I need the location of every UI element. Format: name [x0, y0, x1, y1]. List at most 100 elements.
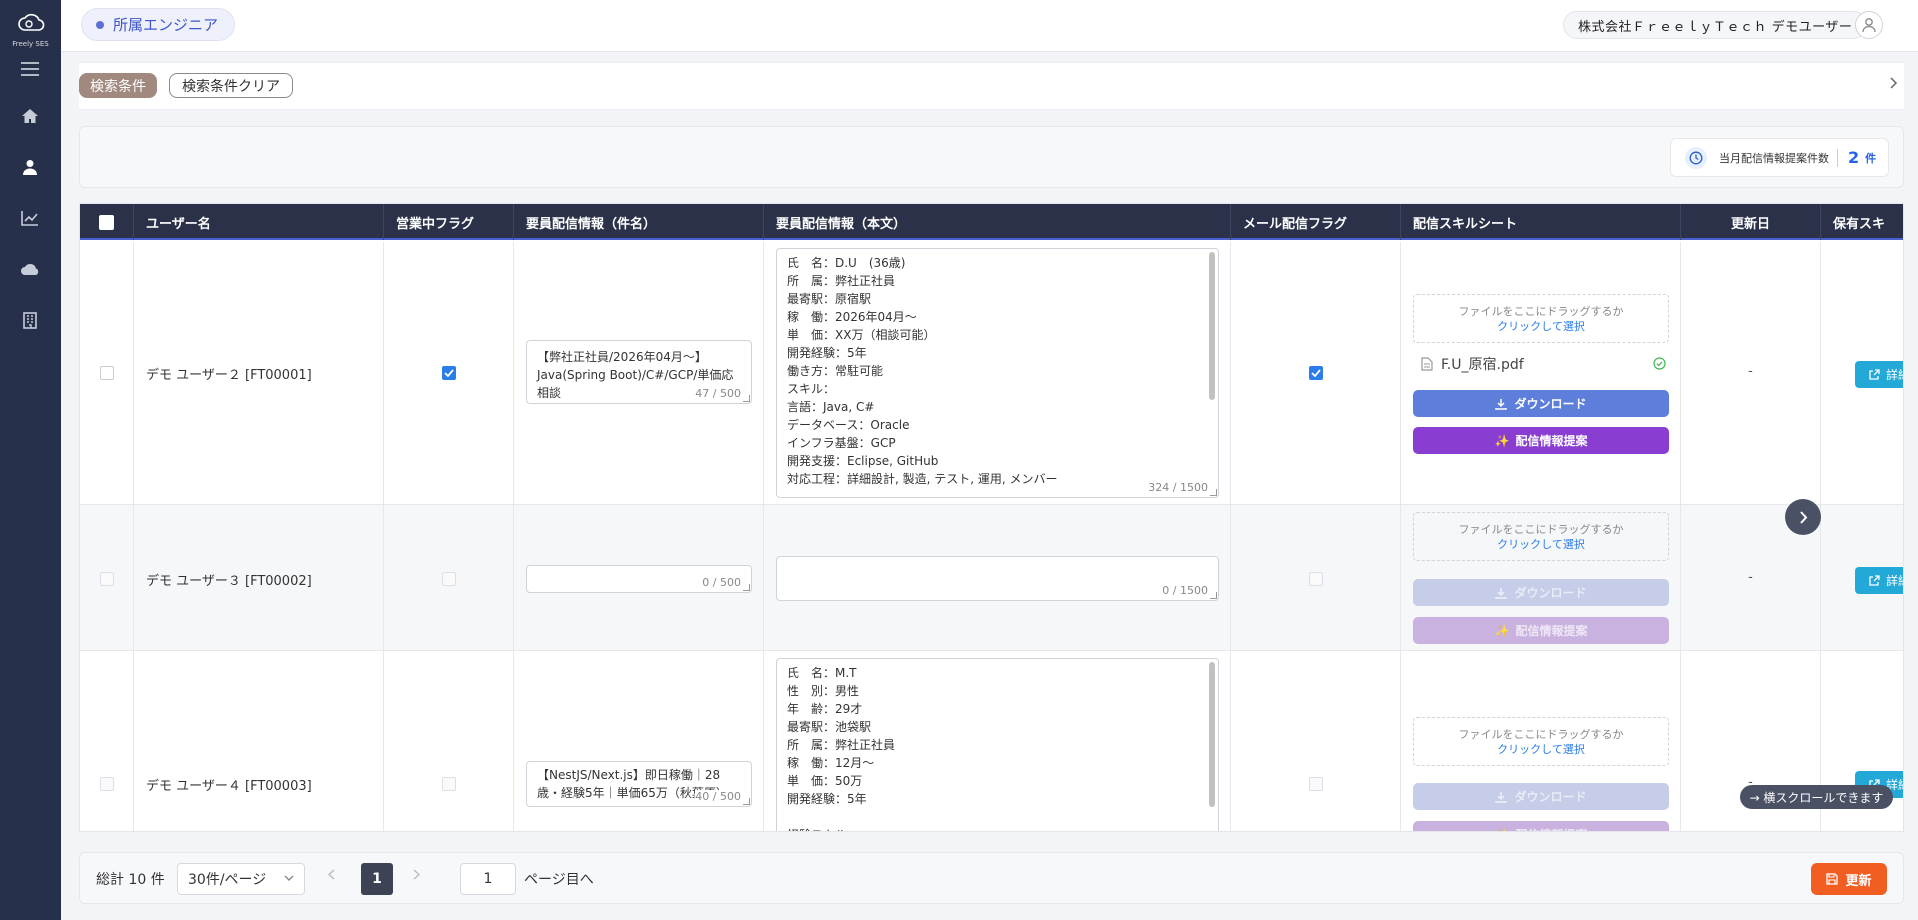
download-button[interactable]: ダウンロード — [1413, 783, 1669, 810]
download-button[interactable]: ダウンロード — [1413, 390, 1669, 417]
dropzone-text: ファイルをここにドラッグするか — [1458, 728, 1624, 741]
detail-button[interactable]: 詳細 — [1855, 567, 1903, 594]
user-name[interactable]: デモ ユーザー２ [FT00001] — [146, 364, 312, 383]
cloud-icon[interactable] — [18, 257, 42, 281]
file-dropzone[interactable]: ファイルをここにドラッグするか クリックして選択 — [1413, 717, 1669, 766]
col-skills[interactable]: 保有スキ — [1821, 204, 1903, 240]
uploaded-file[interactable]: F.U_原宿.pdf — [1421, 354, 1666, 374]
body-scrollbar[interactable] — [1209, 252, 1215, 400]
subject-textarea[interactable]: 【弊社正社員/2026年04月〜】Java(Spring Boot)/C#/GC… — [526, 340, 752, 404]
company-user-pill[interactable]: 株式会社ＦｒｅｅｌｙＴｅｃｈ デモユーザー — [1563, 11, 1868, 39]
table-row: デモ ユーザー３ [FT00002] 0 / 500 0 / 1500 ファイル… — [80, 505, 1903, 651]
per-page-value: 30件/ページ — [188, 872, 267, 888]
updated-date: - — [1748, 364, 1753, 379]
file-dropzone[interactable]: ファイルをここにドラッグするか クリックして選択 — [1413, 512, 1669, 561]
body-text — [777, 557, 1218, 571]
prev-page-button[interactable] — [327, 868, 335, 884]
app-logo[interactable]: Freely SES — [0, 10, 61, 48]
download-icon — [1495, 398, 1508, 410]
row-checkbox[interactable] — [100, 572, 114, 586]
body-scrollbar[interactable] — [1209, 662, 1215, 807]
body-text: 氏 名：D.U (36歳) 所 属：弊社正社員 最寄駅：原宿駅 稼 働：2026… — [787, 256, 1058, 486]
external-link-icon — [1869, 369, 1880, 380]
stats-panel: 当月配信情報提案件数 2 件 — [79, 126, 1904, 188]
sparkle-icon: ✨ — [1494, 433, 1510, 448]
chevron-left-icon — [327, 869, 335, 880]
per-page-select[interactable]: 30件/ページ — [177, 863, 305, 895]
next-page-button[interactable] — [413, 868, 421, 884]
dropzone-select-link[interactable]: クリックして選択 — [1497, 538, 1585, 551]
updated-date: - — [1748, 570, 1753, 585]
header-select-all[interactable] — [80, 204, 134, 240]
col-subject[interactable]: 要員配信情報（件名） — [514, 204, 764, 240]
page-jump-input[interactable]: 1 — [460, 863, 516, 895]
dropzone-text: ファイルをここにドラッグするか — [1458, 305, 1624, 318]
resize-handle[interactable] — [743, 584, 750, 591]
table-row: デモ ユーザー２ [FT00001] 【弊社正社員/2026年04月〜】Java… — [80, 242, 1903, 505]
resize-handle[interactable] — [1210, 489, 1217, 496]
menu-icon[interactable] — [18, 57, 42, 81]
clear-conditions-button[interactable]: 検索条件クリア — [169, 73, 293, 98]
download-icon — [1495, 791, 1508, 803]
update-button[interactable]: 更新 — [1811, 863, 1887, 895]
file-dropzone[interactable]: ファイルをここにドラッグするか クリックして選択 — [1413, 294, 1669, 343]
row-checkbox[interactable] — [100, 366, 114, 380]
scroll-right-button[interactable] — [1785, 499, 1821, 535]
status-dot — [96, 20, 104, 29]
select-all-checkbox[interactable] — [99, 214, 114, 230]
proposal-button[interactable]: ✨ 配信情報提案 — [1413, 427, 1669, 454]
subject-textarea[interactable]: 0 / 500 — [526, 565, 752, 593]
resize-handle[interactable] — [1210, 592, 1217, 599]
dropzone-select-link[interactable]: クリックして選択 — [1497, 743, 1585, 756]
sales-flag-checkbox[interactable] — [442, 777, 456, 791]
proposal-button[interactable]: ✨ 配信情報提案 — [1413, 617, 1669, 644]
logo-text: Freely SES — [12, 40, 49, 48]
body-textarea[interactable]: 氏 名：M.T 性 別：男性 年 齢：29才 最寄駅：池袋駅 所 属：弊社正社員… — [776, 658, 1219, 831]
col-mail-flag[interactable]: メール配信フラグ — [1231, 204, 1401, 240]
home-icon[interactable] — [18, 104, 42, 128]
row-checkbox[interactable] — [100, 777, 114, 791]
external-link-icon — [1869, 575, 1880, 586]
building-icon[interactable] — [18, 308, 42, 332]
resize-handle[interactable] — [743, 395, 750, 402]
col-updated[interactable]: 更新日 — [1681, 204, 1821, 240]
subject-textarea[interactable]: 【NestJS/Next.js】即日稼働｜28歳・経験5年｜単価65万（秋葉原）… — [526, 761, 752, 807]
resize-handle[interactable] — [743, 798, 750, 805]
download-button[interactable]: ダウンロード — [1413, 579, 1669, 606]
sparkle-icon: ✨ — [1494, 623, 1510, 638]
detail-button[interactable]: 詳細 — [1855, 361, 1903, 388]
horizontal-scroll-hint: → 横スクロールできます — [1740, 785, 1893, 809]
user-avatar-icon — [1862, 18, 1876, 33]
mail-flag-checkbox[interactable] — [1309, 777, 1323, 791]
current-page-button[interactable]: 1 — [361, 863, 393, 895]
search-conditions-button[interactable]: 検索条件 — [79, 73, 157, 98]
user-icon[interactable] — [18, 155, 42, 179]
avatar[interactable] — [1855, 11, 1883, 39]
dropzone-select-link[interactable]: クリックして選択 — [1497, 320, 1585, 333]
user-name[interactable]: デモ ユーザー４ [FT00003] — [146, 775, 312, 794]
col-user-name[interactable]: ユーザー名 — [134, 204, 384, 240]
page-jump-label: ページ目へ — [524, 872, 594, 888]
col-sales-flag[interactable]: 営業中フラグ — [384, 204, 514, 240]
col-body[interactable]: 要員配信情報（本文） — [764, 204, 1231, 240]
chevron-right-icon[interactable] — [1890, 77, 1898, 93]
chevron-right-icon — [1799, 510, 1807, 524]
table-header: ユーザー名 営業中フラグ 要員配信情報（件名） 要員配信情報（本文） メール配信… — [80, 204, 1903, 240]
chart-icon[interactable] — [18, 206, 42, 230]
mail-flag-checkbox[interactable] — [1309, 366, 1323, 380]
sparkle-icon: ✨ — [1495, 828, 1510, 832]
page-label-pill[interactable]: 所属エンジニア — [81, 8, 236, 41]
body-textarea[interactable]: 氏 名：D.U (36歳) 所 属：弊社正社員 最寄駅：原宿駅 稼 働：2026… — [776, 248, 1219, 498]
proposal-button[interactable]: ✨ 配信情報提案 — [1413, 821, 1669, 832]
chevron-right-icon — [413, 869, 421, 880]
sales-flag-checkbox[interactable] — [442, 572, 456, 586]
sidebar: Freely SES — [0, 0, 61, 920]
stat-divider — [1837, 148, 1838, 167]
sales-flag-checkbox[interactable] — [442, 366, 456, 380]
stat-unit: 件 — [1865, 151, 1877, 165]
user-name[interactable]: デモ ユーザー３ [FT00002] — [146, 570, 312, 589]
file-name: F.U_原宿.pdf — [1441, 357, 1524, 373]
col-skill-sheet[interactable]: 配信スキルシート — [1401, 204, 1681, 240]
mail-flag-checkbox[interactable] — [1309, 572, 1323, 586]
body-textarea[interactable]: 0 / 1500 — [776, 556, 1219, 601]
